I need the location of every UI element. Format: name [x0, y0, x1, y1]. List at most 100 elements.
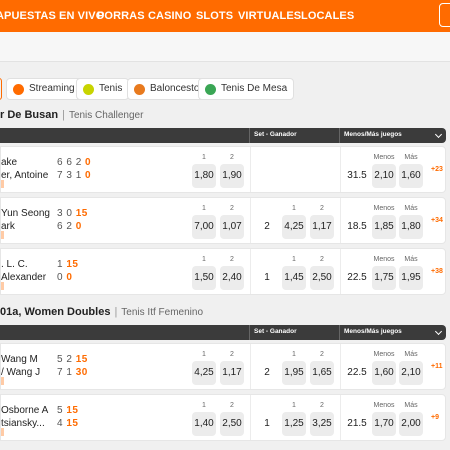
- odds-label: 2: [230, 402, 234, 409]
- game-score: 3: [66, 170, 76, 181]
- header-divider: [339, 325, 340, 340]
- totals-header: Menos/Más juegos: [344, 131, 402, 138]
- set-winner-odds-button[interactable]: 2,50: [310, 266, 334, 290]
- over-odds-button[interactable]: 1,60: [399, 164, 423, 188]
- market-header-bar: Set - Ganador Menos/Más juegos: [0, 325, 446, 340]
- player-2-name[interactable]: / Wang J: [1, 367, 40, 378]
- score-line: 6 6 2 0: [57, 157, 91, 168]
- event-row[interactable]: Wang M / Wang J5 2 15 7 1 30 1 4,25 2 1,17 2 1 1,…: [0, 343, 446, 390]
- player-1-name[interactable]: ake: [1, 157, 17, 168]
- odds-label: Más: [404, 205, 418, 212]
- nav-item-virtuales[interactable]: VIRTUALES: [238, 10, 301, 22]
- player-1-name[interactable]: Yun Seong: [1, 208, 50, 219]
- game-score: 1: [57, 259, 67, 270]
- point-score: 15: [66, 405, 79, 416]
- score-line: 5 15: [57, 405, 78, 416]
- market-header-bar: Set - Ganador Menos/Más juegos: [0, 128, 446, 143]
- event-row[interactable]: ake er, Antoine 6 6 2 07 3 1 0 1 1,80 2 1,90 31…: [0, 146, 446, 193]
- over-odds-button[interactable]: 1,95: [399, 266, 423, 290]
- nav-item-apuestas-en-vivo[interactable]: APUESTAS EN VIVO: [0, 10, 104, 22]
- set-winner-odds-button[interactable]: 1,25: [282, 412, 306, 436]
- more-markets-link[interactable]: +34: [431, 217, 443, 224]
- odds-label: 2: [230, 256, 234, 263]
- filter-label: Tenis De Mesa: [221, 83, 288, 94]
- odds-player-2-button[interactable]: 1,90: [220, 164, 244, 188]
- set-number: 2: [264, 367, 270, 378]
- basketball-icon: [134, 84, 145, 95]
- odds-label: 1: [202, 154, 206, 161]
- more-markets-link[interactable]: +38: [431, 268, 443, 275]
- score-line: 5 2 15: [57, 354, 88, 365]
- player-2-name[interactable]: er, Antoine: [1, 170, 48, 181]
- filter-baloncesto[interactable]: Baloncesto: [127, 78, 207, 100]
- nav-item-porras[interactable]: PORRAS: [97, 10, 145, 22]
- odds-player-1-button[interactable]: 7,00: [192, 215, 216, 239]
- set-winner-odds-button[interactable]: 3,25: [310, 412, 334, 436]
- league-separator: |: [62, 109, 65, 121]
- nav-item-casino[interactable]: CASINO: [148, 10, 191, 22]
- filter-tenis[interactable]: Tenis: [76, 78, 130, 100]
- column-divider: [250, 249, 251, 294]
- game-score: 7: [57, 170, 67, 181]
- odds-player-2-button[interactable]: 1,17: [220, 361, 244, 385]
- set-winner-odds-button[interactable]: 1,45: [282, 266, 306, 290]
- tennis-ball-icon: [83, 84, 94, 95]
- game-score: 2: [66, 221, 76, 232]
- column-divider: [250, 395, 251, 440]
- over-odds-button[interactable]: 1,80: [399, 215, 423, 239]
- odds-player-2-button[interactable]: 2,50: [220, 412, 244, 436]
- live-marker: [1, 377, 4, 385]
- under-odds-button[interactable]: 1,70: [372, 412, 396, 436]
- set-winner-header: Set - Ganador: [254, 328, 297, 335]
- event-row[interactable]: Yun Seong ark 3 0 15 6 2 0 1 7,00 2 1,07 2 1 4,25 2…: [0, 197, 446, 244]
- odds-player-1-button[interactable]: 1,80: [192, 164, 216, 188]
- player-2-name[interactable]: tsiansky...: [1, 418, 45, 429]
- under-odds-button[interactable]: 1,75: [372, 266, 396, 290]
- player-1-name[interactable]: . L. C.: [1, 259, 28, 270]
- chevron-down-icon[interactable]: [434, 130, 443, 139]
- totals-line: 22.5: [347, 272, 367, 283]
- filter-streaming[interactable]: Streaming: [6, 78, 82, 100]
- live-marker: [1, 282, 4, 290]
- event-row[interactable]: Osborne Atsiansky... 5 15 4 15 1 1,40 2 2,50 1 1…: [0, 394, 446, 441]
- over-odds-button[interactable]: 2,10: [399, 361, 423, 385]
- under-odds-button[interactable]: 1,60: [372, 361, 396, 385]
- player-1-name[interactable]: Osborne A: [1, 405, 48, 416]
- filter-tenis-de-mesa[interactable]: Tenis De Mesa: [198, 78, 295, 100]
- odds-player-2-button[interactable]: 2,40: [220, 266, 244, 290]
- active-filter-edge[interactable]: [0, 78, 2, 100]
- odds-player-1-button[interactable]: 4,25: [192, 361, 216, 385]
- nav-item-locales[interactable]: LOCALES: [301, 10, 354, 22]
- set-winner-odds-button[interactable]: 4,25: [282, 215, 306, 239]
- table-tennis-icon: [205, 84, 216, 95]
- chevron-down-icon[interactable]: [434, 327, 443, 336]
- score-line: 3 0 15: [57, 208, 88, 219]
- set-winner-odds-button[interactable]: 1,65: [310, 361, 334, 385]
- player-1-name[interactable]: Wang M: [1, 354, 38, 365]
- more-markets-link[interactable]: +23: [431, 166, 443, 173]
- totals-line: 21.5: [347, 418, 367, 429]
- game-score: 1: [66, 367, 76, 378]
- more-markets-link[interactable]: +9: [431, 414, 439, 421]
- score-line: 6 2 0: [57, 221, 82, 232]
- game-score: 5: [57, 354, 67, 365]
- set-winner-odds-button[interactable]: 1,17: [310, 215, 334, 239]
- totals-line: 22.5: [347, 367, 367, 378]
- odds-player-1-button[interactable]: 1,50: [192, 266, 216, 290]
- score-line: 0 0: [57, 272, 72, 283]
- player-2-name[interactable]: Alexander: [1, 272, 46, 283]
- odds-player-1-button[interactable]: 1,40: [192, 412, 216, 436]
- league-header[interactable]: 01a, Women Doubles | Tenis Itf Femenino: [0, 306, 203, 320]
- nav-item-slots[interactable]: SLOTS: [196, 10, 233, 22]
- more-markets-link[interactable]: +11: [431, 363, 443, 370]
- over-odds-button[interactable]: 2,00: [399, 412, 423, 436]
- odds-player-2-button[interactable]: 1,07: [220, 215, 244, 239]
- under-odds-button[interactable]: 1,85: [372, 215, 396, 239]
- odds-label: 2: [320, 256, 324, 263]
- set-winner-odds-button[interactable]: 1,95: [282, 361, 306, 385]
- login-button[interactable]: [439, 3, 450, 27]
- game-score: 0: [57, 272, 67, 283]
- league-header[interactable]: r De Busan | Tenis Challenger: [0, 109, 143, 123]
- under-odds-button[interactable]: 2,10: [372, 164, 396, 188]
- event-row[interactable]: . L. C. Alexander 1 15 0 0 1 1,50 2 2,40 1 1 1,45 2…: [0, 248, 446, 295]
